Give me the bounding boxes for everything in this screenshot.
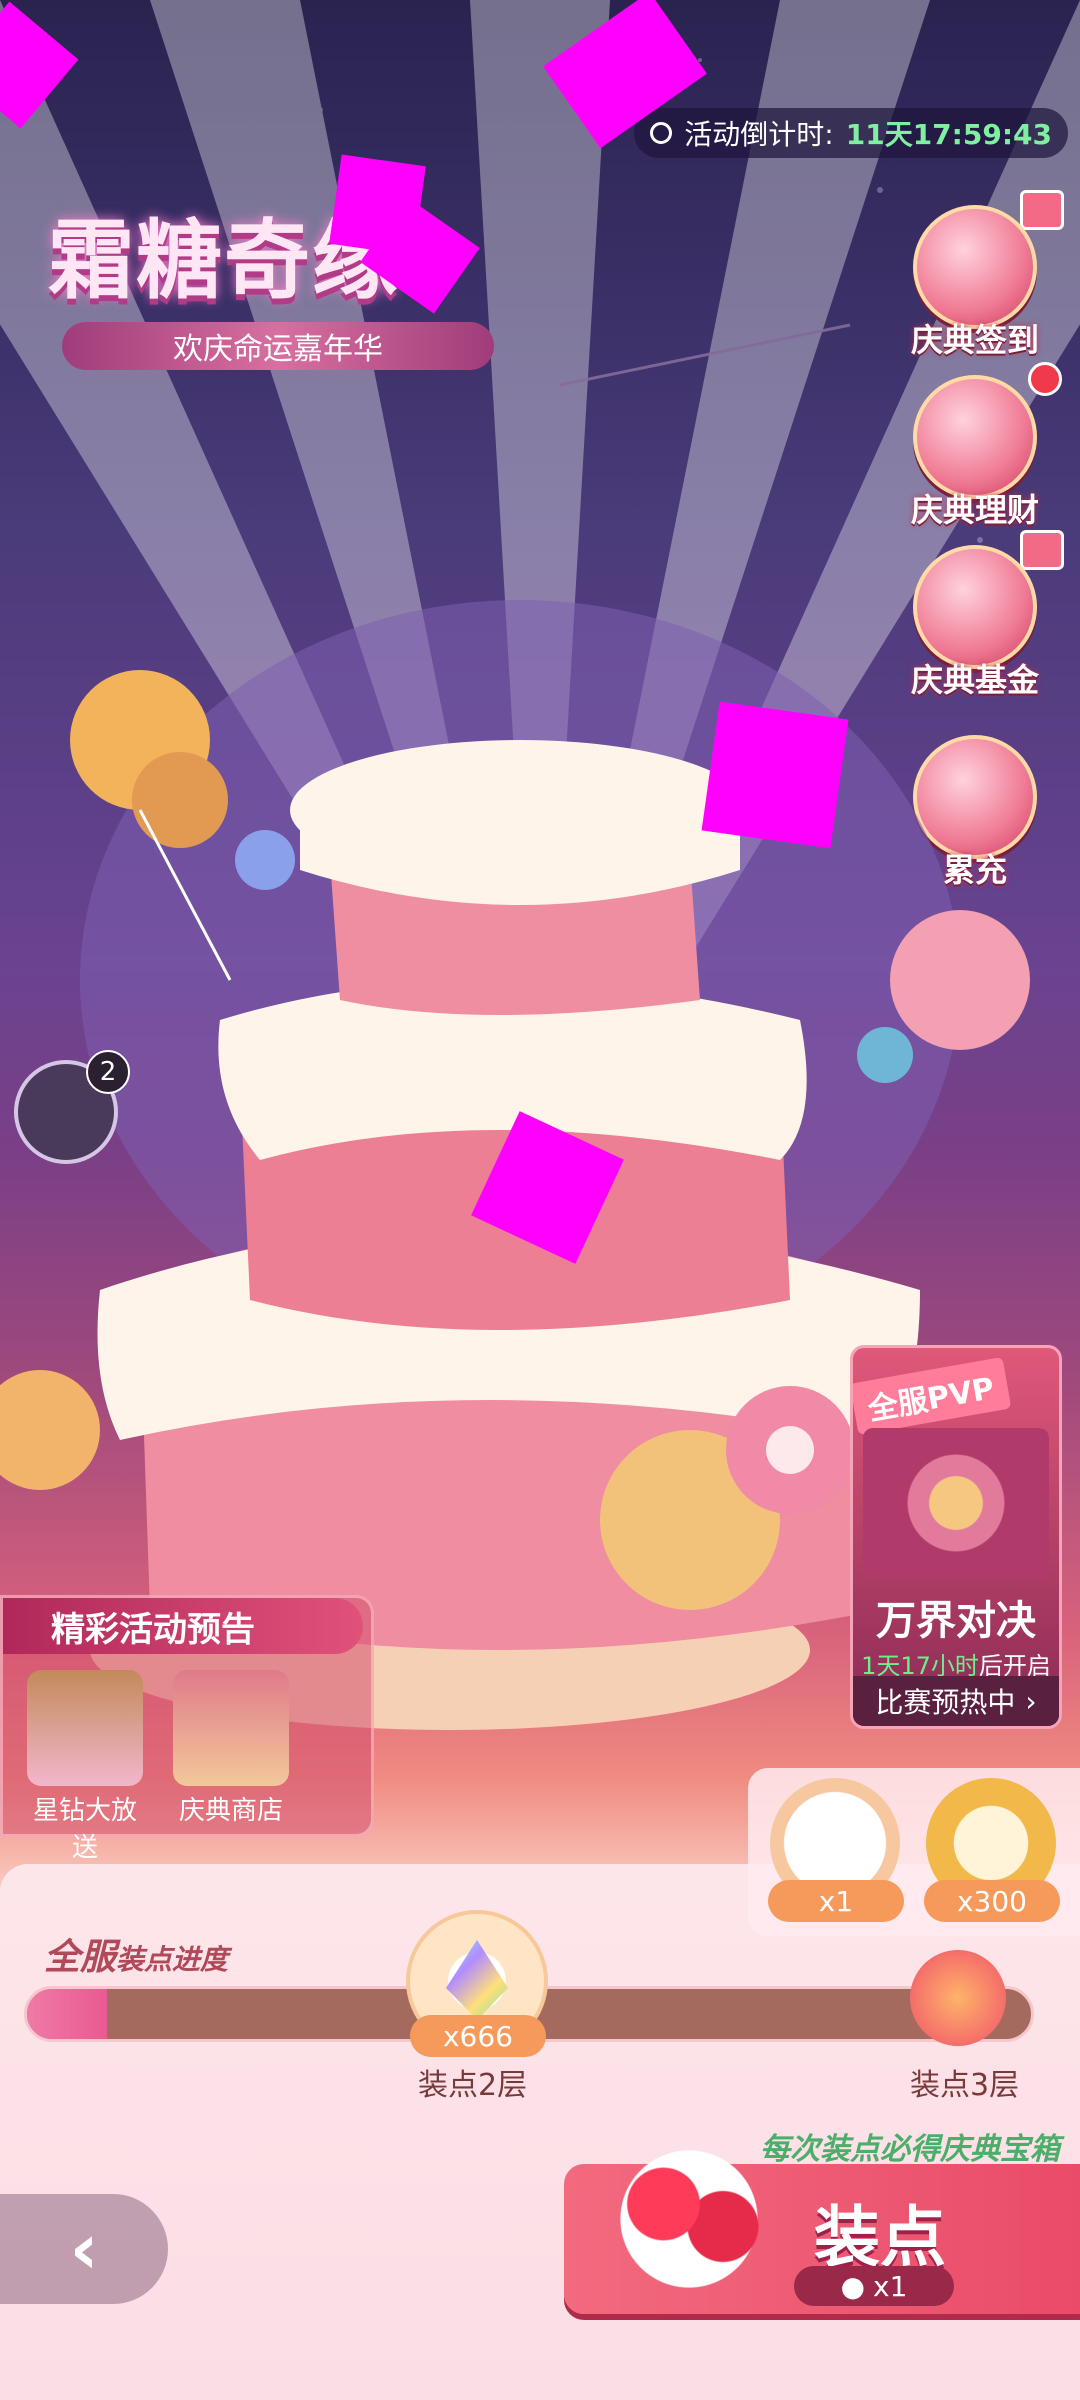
sign-in-label: 庆典签到	[910, 321, 1039, 359]
reward-count: x300	[924, 1880, 1060, 1922]
decorate-hint: 每次装点必得庆典宝箱	[760, 2132, 1060, 2167]
pvp-card[interactable]: 全服PVP 万界对决 1天17小时后开启 比赛预热中 ›	[850, 1345, 1062, 1729]
reward-box: x1 x300	[748, 1768, 1080, 1936]
sign-in-button[interactable]: 庆典签到	[900, 205, 1050, 361]
decorate-cost: ● x1	[794, 2266, 954, 2306]
event-countdown: 活动倒计时: 11天17:59:43	[634, 108, 1068, 158]
pvp-warmup-label: 比赛预热中	[875, 1686, 1016, 1719]
clock-icon	[650, 122, 673, 144]
progress-fill	[27, 1989, 108, 2039]
preview-item-label: 星钻大放送	[32, 1796, 137, 1863]
strawberry-icon	[604, 2144, 774, 2294]
pvp-title: 万界对决	[876, 1598, 1036, 1644]
chat-count-badge: 2	[86, 1050, 130, 1094]
countdown-value: 11天17:59:43	[845, 118, 1052, 151]
pvp-tag: 全服PVP	[853, 1356, 1012, 1436]
flame-fork-icon[interactable]	[910, 1950, 1006, 2046]
reward-count: x1	[768, 1880, 904, 1922]
game-screen: 活动倒计时: 11天17:59:43 霜糖奇缘 欢庆命运嘉年华 庆典签到 庆典理…	[0, 0, 1080, 2400]
progress-label: 全服装点进度	[44, 1937, 229, 1978]
finance-label: 庆典理财	[910, 491, 1039, 529]
crystal-icon	[446, 1940, 508, 2020]
preview-item-star-diamond[interactable]: 星钻大放送	[25, 1670, 145, 1864]
event-logo-subtitle: 欢庆命运嘉年华	[62, 322, 494, 370]
chevron-right-icon: ›	[1025, 1684, 1037, 1718]
countdown-label: 活动倒计时:	[684, 118, 834, 151]
milestone-3-label: 装点3层	[910, 2068, 1020, 2103]
coin-pig-icon	[913, 375, 1037, 499]
ice-cream-icon	[27, 1670, 143, 1786]
preview-item-shop[interactable]: 庆典商店	[171, 1670, 291, 1827]
activity-preview-title: 精彩活动预告	[3, 1598, 363, 1654]
decorate-button[interactable]: 装点 ● x1	[564, 2144, 1080, 2314]
shop-icon	[173, 1670, 289, 1786]
pvp-art	[863, 1428, 1049, 1578]
calendar-icon	[913, 205, 1037, 329]
finance-button[interactable]: 庆典理财	[900, 375, 1050, 531]
chevron-left-icon: ‹	[69, 2208, 99, 2290]
magenta-square	[701, 701, 849, 849]
milestone-2-count: x666	[410, 2015, 546, 2057]
milestone-2-label: 装点2层	[418, 2068, 528, 2103]
activity-preview-panel: 精彩活动预告 星钻大放送 庆典商店	[0, 1595, 374, 1863]
cake-token-icon: ●	[840, 2269, 866, 2303]
preview-item-label: 庆典商店	[178, 1796, 283, 1826]
back-button[interactable]: ‹	[0, 2194, 168, 2304]
pvp-warmup-button[interactable]: 比赛预热中 ›	[853, 1676, 1059, 1726]
